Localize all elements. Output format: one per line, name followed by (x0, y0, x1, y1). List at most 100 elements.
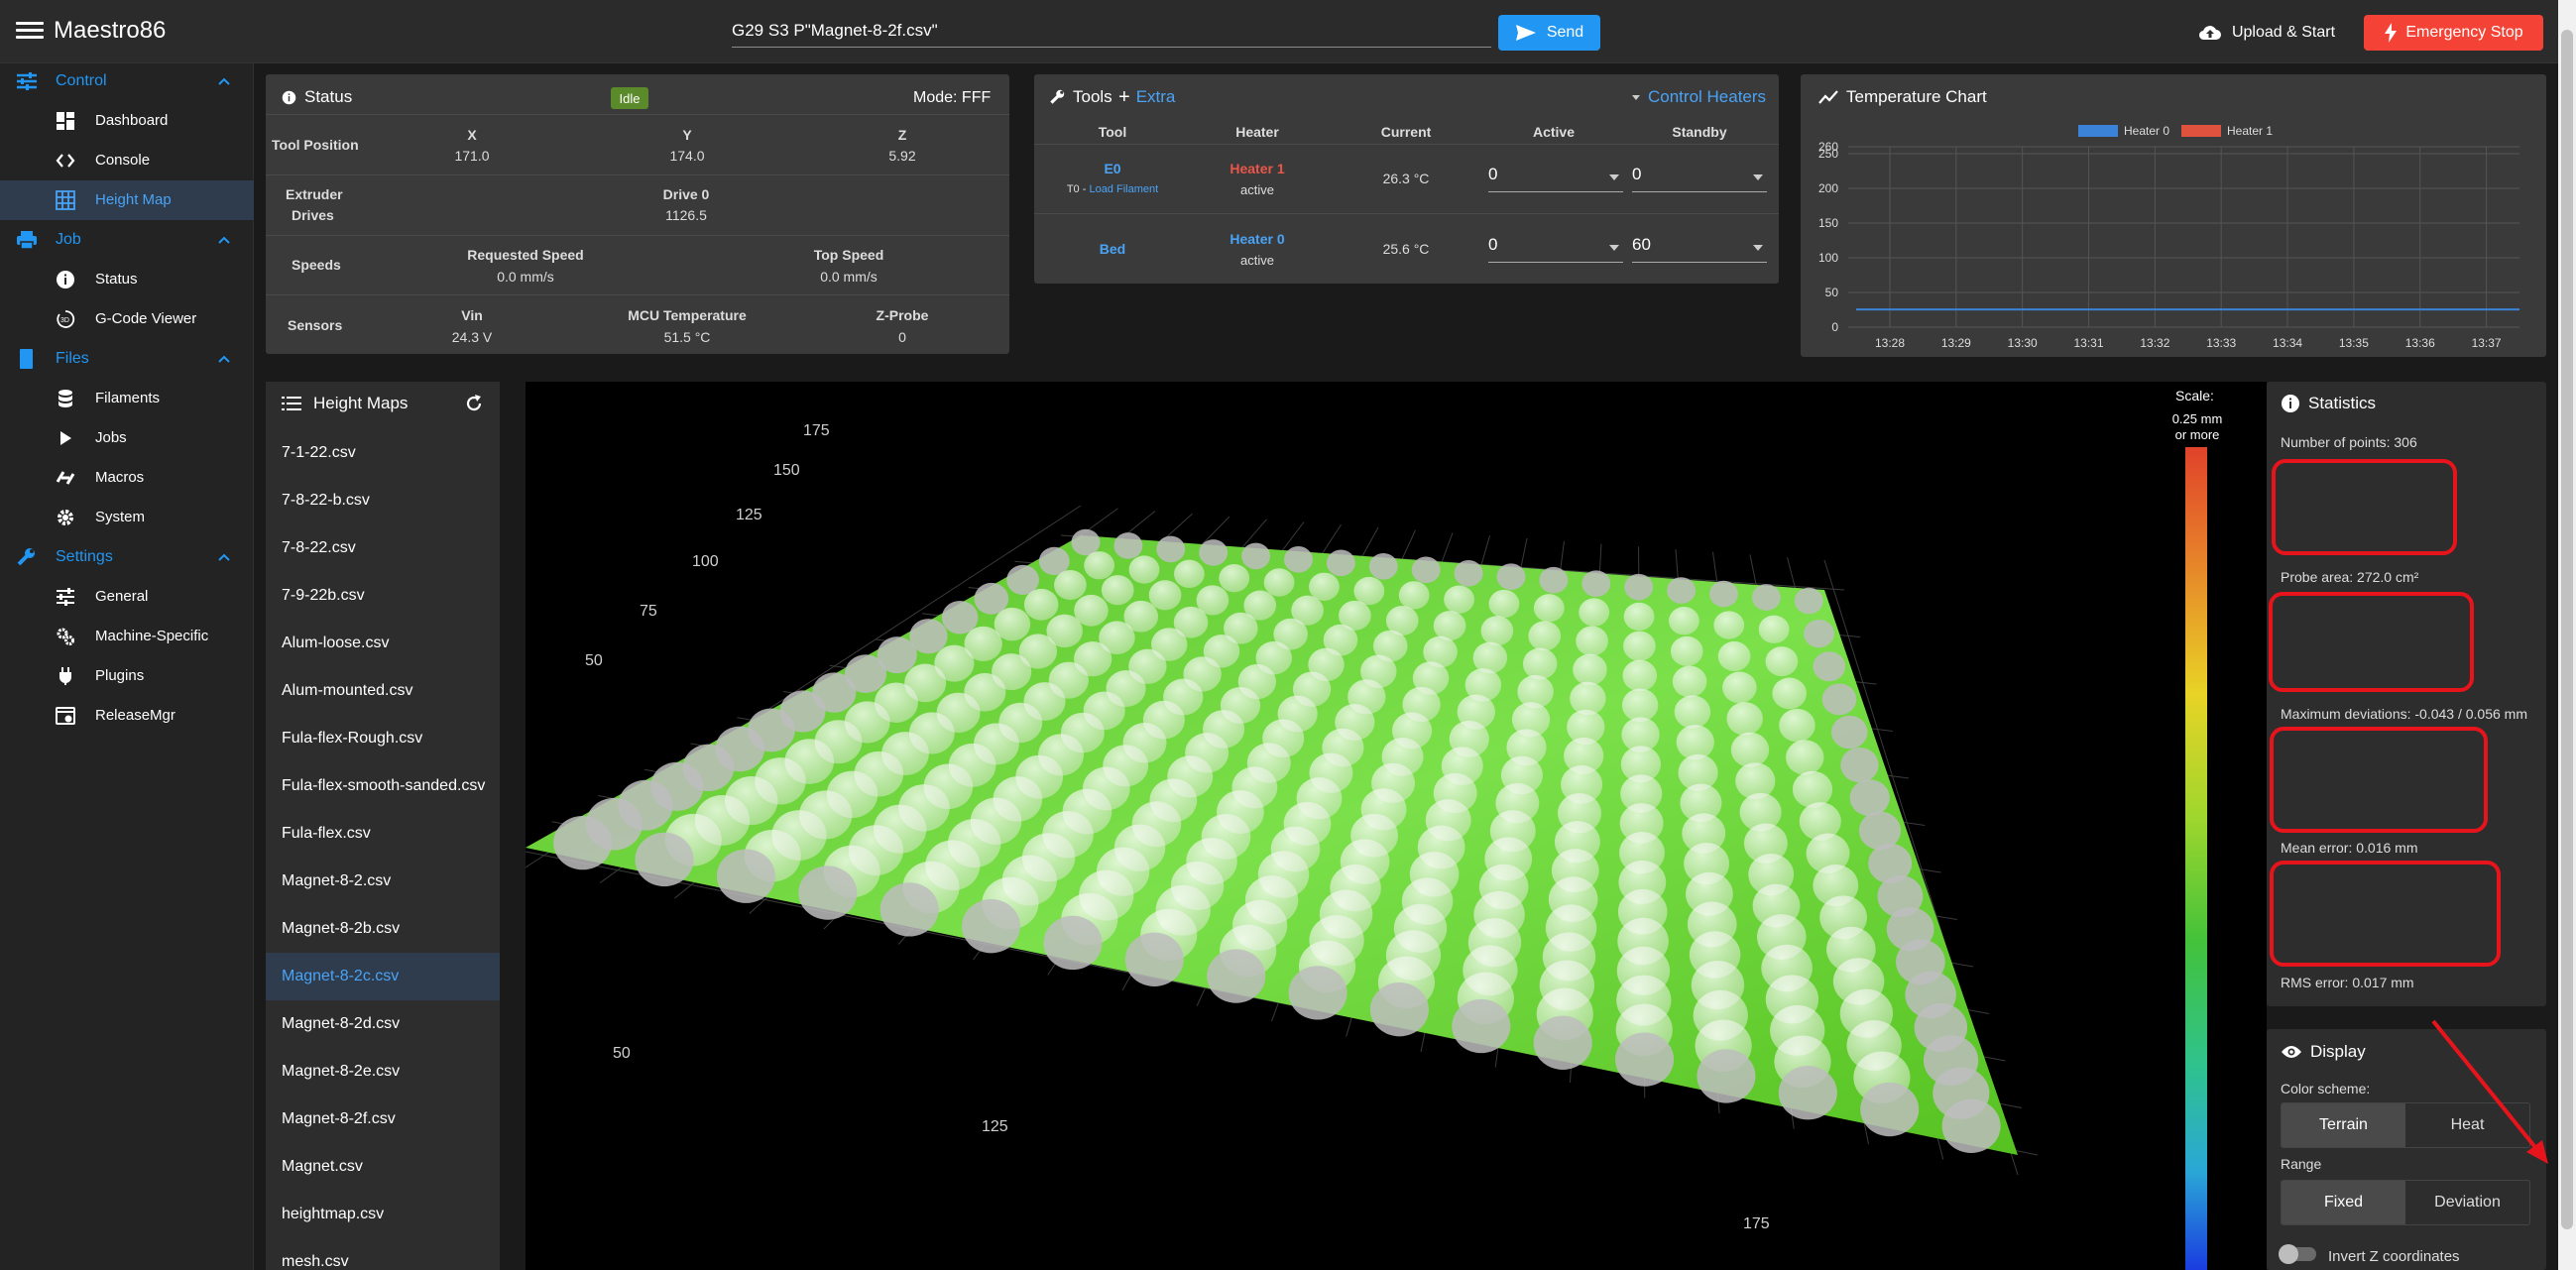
probe-point (1813, 651, 1846, 682)
nav-group-job[interactable]: Job (0, 222, 254, 258)
height-map-file-item[interactable]: 7-9-22b.csv (266, 572, 500, 620)
x-tick-label: 13:30 (2008, 336, 2038, 350)
nav-item-system[interactable]: System (0, 498, 254, 537)
page-scrollbar[interactable] (2558, 0, 2576, 1270)
nav-item-general[interactable]: General (0, 577, 254, 617)
probe-point (1124, 932, 1184, 986)
probe-point (1713, 611, 1745, 639)
nav-item-dashboard[interactable]: Dashboard (0, 101, 254, 141)
probe-point (1288, 966, 1347, 1020)
switch-thumb (2279, 1244, 2298, 1264)
heater-1-current: 26.3 °C (1382, 171, 1430, 186)
send-button[interactable]: Send (1498, 15, 1600, 51)
x-tick-label: 13:37 (2472, 336, 2502, 350)
nav-item-label: Macros (95, 469, 145, 486)
nav-item-macros[interactable]: Macros (0, 458, 254, 498)
heater-0-active-value: 0 (1488, 235, 1498, 254)
extra-button[interactable]: + Extra (1118, 87, 1175, 107)
nav-item-jobs[interactable]: Jobs (0, 418, 254, 458)
mcu-temperature-label: MCU Temperature (628, 307, 747, 323)
probe-point (1533, 1015, 1592, 1070)
axis-z-value: 5.92 (888, 148, 916, 164)
plus-icon: + (1118, 85, 1130, 108)
height-map-file-item[interactable]: Fula-flex-Rough.csv (266, 715, 500, 762)
probe-point (941, 601, 979, 635)
height-map-file-item[interactable]: 7-8-22.csv (266, 524, 500, 572)
nav-group-settings[interactable]: Settings (0, 539, 254, 575)
emergency-stop-button[interactable]: Emergency Stop (2364, 15, 2543, 51)
refresh-icon[interactable] (464, 394, 484, 413)
height-map-file-item[interactable]: Fula-flex-smooth-sanded.csv (266, 762, 500, 810)
invert-z-switch[interactable] (2279, 1244, 2316, 1264)
number-of-points: Number of points: 306 (2281, 434, 2417, 450)
probe-point (716, 849, 775, 903)
tool-e0-link[interactable]: E0 (1073, 161, 1152, 176)
heater-1-active-select[interactable]: 0 (1488, 161, 1623, 192)
x-tick-label: 13:31 (2074, 336, 2104, 350)
probe-point (1023, 588, 1059, 621)
flash-icon (2385, 23, 2398, 43)
deviation-option[interactable]: Deviation (2405, 1181, 2529, 1224)
x-tick-label: 13:28 (1875, 336, 1905, 350)
scale-label: Scale: (2175, 388, 2214, 404)
heater-1-link[interactable]: Heater 1 (1208, 161, 1307, 176)
height-map-file-item[interactable]: Magnet-8-2c.csv (266, 953, 500, 1000)
height-map-file-item[interactable]: 7-8-22-b.csv (266, 477, 500, 524)
upload-start-button[interactable]: Upload & Start (2187, 15, 2346, 51)
nav-item-machine-specific[interactable]: Machine-Specific (0, 617, 254, 656)
gcode-input[interactable] (732, 14, 1491, 48)
probe-point (1496, 563, 1526, 591)
tool-bed-link[interactable]: Bed (1073, 241, 1152, 257)
caret-down-icon (1609, 174, 1619, 180)
tools-header-current: Current (1380, 124, 1432, 140)
probe-point (635, 832, 694, 887)
height-map-file-item[interactable]: heightmap.csv (266, 1191, 500, 1238)
printer-icon (17, 231, 37, 250)
axis-x-value: 171.0 (454, 148, 490, 164)
menu-icon[interactable] (16, 18, 44, 46)
height-map-file-item[interactable]: Magnet-8-2.csv (266, 858, 500, 905)
sensors-label: Sensors (288, 317, 343, 333)
height-map-file-item[interactable]: Magnet-8-2b.csv (266, 905, 500, 953)
nav-item-releasemgr[interactable]: ReleaseMgr (0, 696, 254, 736)
nav-item-gcode-viewer[interactable]: 3D G-Code Viewer (0, 299, 254, 339)
height-map-file-item[interactable]: mesh.csv (266, 1238, 500, 1270)
probe-point (1730, 732, 1770, 767)
axis-tick-label: 50 (585, 652, 603, 669)
nav-group-control[interactable]: Control (0, 63, 254, 99)
eye-icon (2282, 1046, 2301, 1058)
fixed-option[interactable]: Fixed (2282, 1181, 2405, 1224)
heater-0-active-select[interactable]: 0 (1488, 231, 1623, 263)
height-map-file-item[interactable]: Fula-flex.csv (266, 810, 500, 858)
height-map-file-item[interactable]: 7-1-22.csv (266, 429, 500, 477)
load-filament-link[interactable]: Load Filament (1089, 183, 1158, 195)
control-heaters-dropdown[interactable]: Control Heaters (1632, 87, 1766, 107)
height-map-file-item[interactable]: Alum-loose.csv (266, 620, 500, 667)
nav-item-status[interactable]: Status (0, 260, 254, 299)
chevron-up-icon (218, 355, 230, 363)
status-divider (266, 235, 1009, 236)
nav-item-height-map[interactable]: Height Map (0, 180, 254, 220)
navigation-drawer: Control Dashboard Console Height Map Job… (0, 63, 254, 1270)
probe-point (1751, 584, 1781, 611)
height-map-file-item[interactable]: Magnet.csv (266, 1143, 500, 1191)
nav-item-filaments[interactable]: Filaments (0, 379, 254, 418)
heightmap-3d-view[interactable]: 175 150 125 100 75 50 50 125 175 Scale: 0.25 mm … (526, 382, 2267, 1270)
height-map-file-item[interactable]: Magnet-8-2f.csv (266, 1096, 500, 1143)
nav-group-files[interactable]: Files (0, 341, 254, 377)
nav-item-console[interactable]: Console (0, 141, 254, 180)
scrollbar-thumb[interactable] (2561, 30, 2573, 1229)
height-map-file-item[interactable]: Magnet-8-2e.csv (266, 1048, 500, 1096)
heater-0-standby-select[interactable]: 60 (1632, 231, 1767, 263)
nav-item-plugins[interactable]: Plugins (0, 656, 254, 696)
heater-1-standby-select[interactable]: 0 (1632, 161, 1767, 192)
play-icon (60, 431, 71, 445)
heightmap-canvas[interactable]: 175 150 125 100 75 50 50 125 175 (526, 382, 2267, 1270)
probe-point (1156, 535, 1186, 563)
terrain-option[interactable]: Terrain (2282, 1103, 2405, 1147)
heater-0-link[interactable]: Heater 0 (1208, 231, 1307, 247)
probe-point (1199, 539, 1229, 566)
probe-point (1717, 640, 1751, 672)
height-map-file-item[interactable]: Magnet-8-2d.csv (266, 1000, 500, 1048)
height-map-file-item[interactable]: Alum-mounted.csv (266, 667, 500, 715)
